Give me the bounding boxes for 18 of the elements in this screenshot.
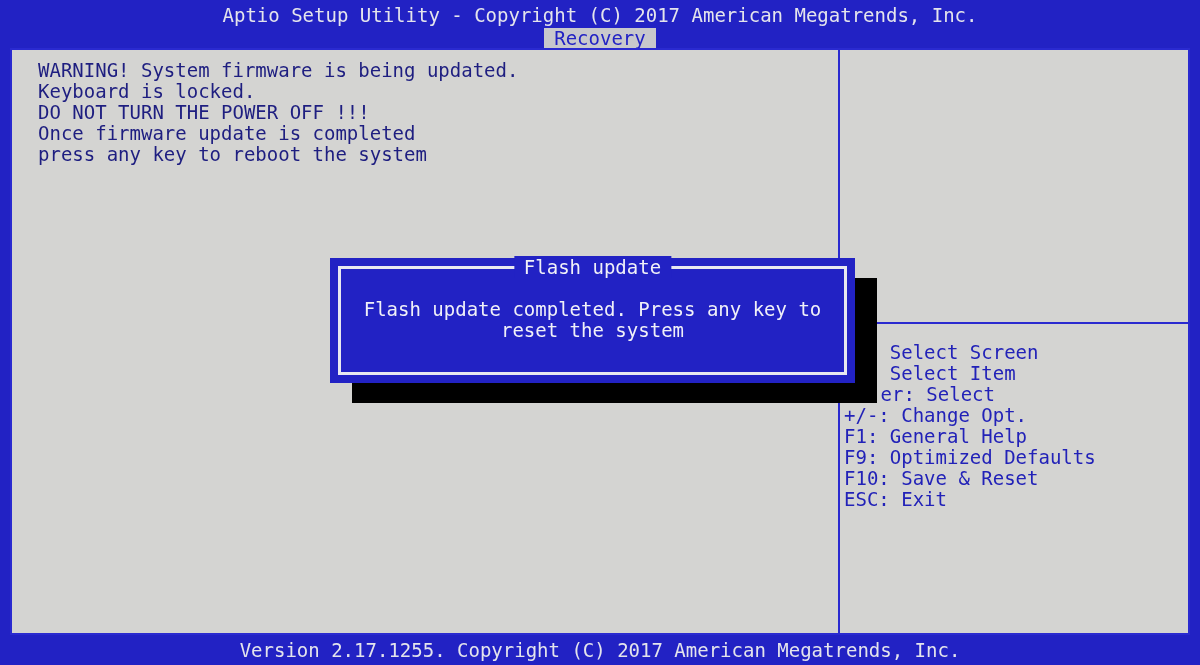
window-title: Aptio Setup Utility - Copyright (C) 2017 American Megatrends, Inc. [222,3,978,28]
warning-text: Keyboard is locked. [38,81,257,102]
tab[interactable]: Recovery [544,28,656,48]
help-text: er: Select [880,384,996,405]
warning-text: press any key to reboot the system [38,144,428,165]
help-text: F9: Optimized Defaults [844,447,1097,468]
warning-text: WARNING! System firmware is being updated. [38,60,520,81]
dialog-message: Flash update completed. Press any key to reset the system [362,299,823,341]
dialog-title: Flash update [513,256,672,278]
warning-text: Once firmware update is completed [38,123,417,144]
help-text: ESC: Exit [844,489,948,510]
warning-text: DO NOT TURN THE POWER OFF !!! [38,102,371,123]
help-text: F10: Save & Reset [844,468,1040,489]
help-text: F1: General Help [844,426,1029,447]
help-text: Select Item [889,363,1017,384]
help-text: +/-: Change Opt. [844,405,1029,426]
version-text: Version 2.17.1255. Copyright (C) 2017 American Megatrends, Inc. [238,638,962,663]
help-text: Select Screen [889,342,1040,363]
